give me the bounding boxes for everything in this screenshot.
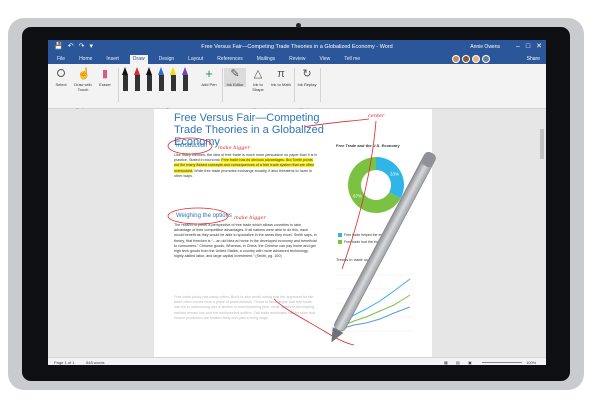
zoom-slider[interactable] (482, 361, 522, 363)
pen-5[interactable] (170, 67, 177, 91)
avatar[interactable] (482, 55, 490, 63)
tab-review[interactable]: Review (286, 55, 308, 64)
replay-icon: ↻ (302, 68, 312, 80)
web-layout-icon[interactable]: ▣ (468, 360, 472, 365)
share-button[interactable]: Share (527, 55, 540, 63)
ink-stroke-long (341, 120, 377, 270)
pen-tip-icon (146, 67, 152, 75)
ink-circle-weighing (167, 207, 229, 225)
eraser-button[interactable]: ▮ Eraser (94, 68, 116, 87)
ink-to-shape-button[interactable]: △ Ink to Shape (247, 68, 269, 92)
plus-icon: + (205, 66, 213, 81)
scrollbar-thumb[interactable] (540, 129, 544, 159)
tab-tell-me[interactable]: Tell me (341, 55, 363, 64)
read-mode-icon[interactable]: ▦ (444, 360, 448, 365)
ink-editor-icon: ✎ (230, 68, 240, 80)
ink-layer (167, 118, 377, 346)
pen-6[interactable] (182, 67, 189, 91)
pen-1[interactable] (122, 67, 129, 91)
tab-draw[interactable]: Draw (129, 55, 148, 64)
window-controls: – □ ✕ (516, 42, 542, 51)
ink-stroke-top (303, 118, 370, 128)
tab-insert[interactable]: Insert (103, 55, 122, 64)
shapes-icon: △ (253, 68, 263, 80)
title-bar: 💾 ↶ ↷ ▾ Free Versus Fair—Competing Trade… (48, 40, 546, 54)
zoom-level[interactable]: 100% (526, 360, 536, 365)
ink-scribble-bottom (273, 298, 355, 346)
ink-to-math-button[interactable]: π Ink to Math (270, 68, 292, 87)
draw-with-touch-button[interactable]: ☝ Draw with Touch (72, 68, 94, 92)
ink-note-top: center (368, 113, 385, 119)
pen-4[interactable] (158, 67, 165, 91)
close-icon[interactable]: ✕ (536, 42, 542, 51)
ink-note-make-bigger-2: make bigger (234, 215, 266, 221)
collaborators (452, 55, 490, 63)
camera-icon (296, 23, 301, 28)
word-count[interactable]: 548 words (86, 360, 104, 365)
print-layout-icon[interactable]: ▤ (456, 360, 460, 365)
tab-home[interactable]: Home (76, 55, 95, 64)
pen-3[interactable] (146, 67, 153, 91)
user-name[interactable]: Annie Owens (470, 44, 500, 50)
math-icon: π (277, 68, 285, 80)
eraser-icon: ▮ (101, 68, 109, 80)
hand-touch-icon: ☝ (77, 68, 91, 80)
tab-references[interactable]: References (214, 55, 246, 64)
avatar[interactable] (462, 55, 470, 63)
select-button[interactable]: ⭘ Select (50, 68, 72, 87)
pen-body-icon (183, 75, 188, 91)
ink-note-make-bigger-1: make bigger (218, 145, 250, 151)
lasso-select-icon: ⭘ (56, 68, 66, 80)
tab-mailings[interactable]: Mailings (254, 55, 278, 64)
tab-view[interactable]: View (317, 55, 334, 64)
document-area: Free Versus Fair—Competing Trade Theorie… (48, 109, 546, 357)
pen-tip-icon (182, 67, 188, 75)
pen-tip-icon (158, 67, 164, 75)
pen-body-icon (159, 75, 164, 91)
pen-2[interactable] (134, 67, 141, 91)
pen-body-icon (123, 75, 128, 91)
pen-body-icon (135, 75, 140, 91)
pen-tip-icon (134, 67, 140, 75)
pen-tip-icon (170, 67, 176, 75)
ribbon-tabs: File Home Insert Draw Design Layout References… (48, 54, 546, 64)
group-divider (294, 68, 295, 102)
minimize-icon[interactable]: – (516, 42, 520, 51)
pen-body-icon (147, 75, 152, 91)
word-window: 💾 ↶ ↷ ▾ Free Versus Fair—Competing Trade… (48, 40, 546, 365)
add-pen-button[interactable]: + Add Pen (198, 66, 220, 87)
pen-tip-icon (122, 67, 128, 75)
maximize-icon[interactable]: □ (526, 42, 530, 51)
ink-editor-button[interactable]: ✎ Ink Editor (224, 68, 246, 87)
avatar[interactable] (452, 55, 460, 63)
tab-design[interactable]: Design (156, 55, 178, 64)
ink-replay-button[interactable]: ↻ Ink Replay (296, 68, 318, 87)
pen-body-icon (171, 75, 176, 91)
tab-layout[interactable]: Layout (185, 55, 206, 64)
status-bar: Page 1 of 1 548 words ▦ ▤ ▣ 100% (48, 357, 546, 365)
group-divider (222, 68, 223, 102)
ink-circle-introduction (167, 137, 213, 155)
document-page[interactable]: Free Versus Fair—Competing Trade Theorie… (154, 109, 432, 357)
tab-file[interactable]: File (54, 55, 68, 64)
draw-ribbon: ⭘ Select ☝ Draw with Touch ▮ Eraser + Ad… (48, 64, 546, 112)
vertical-scrollbar[interactable] (540, 109, 544, 357)
avatar[interactable] (472, 55, 480, 63)
page-count[interactable]: Page 1 of 1 (54, 360, 74, 365)
group-divider (320, 68, 321, 102)
